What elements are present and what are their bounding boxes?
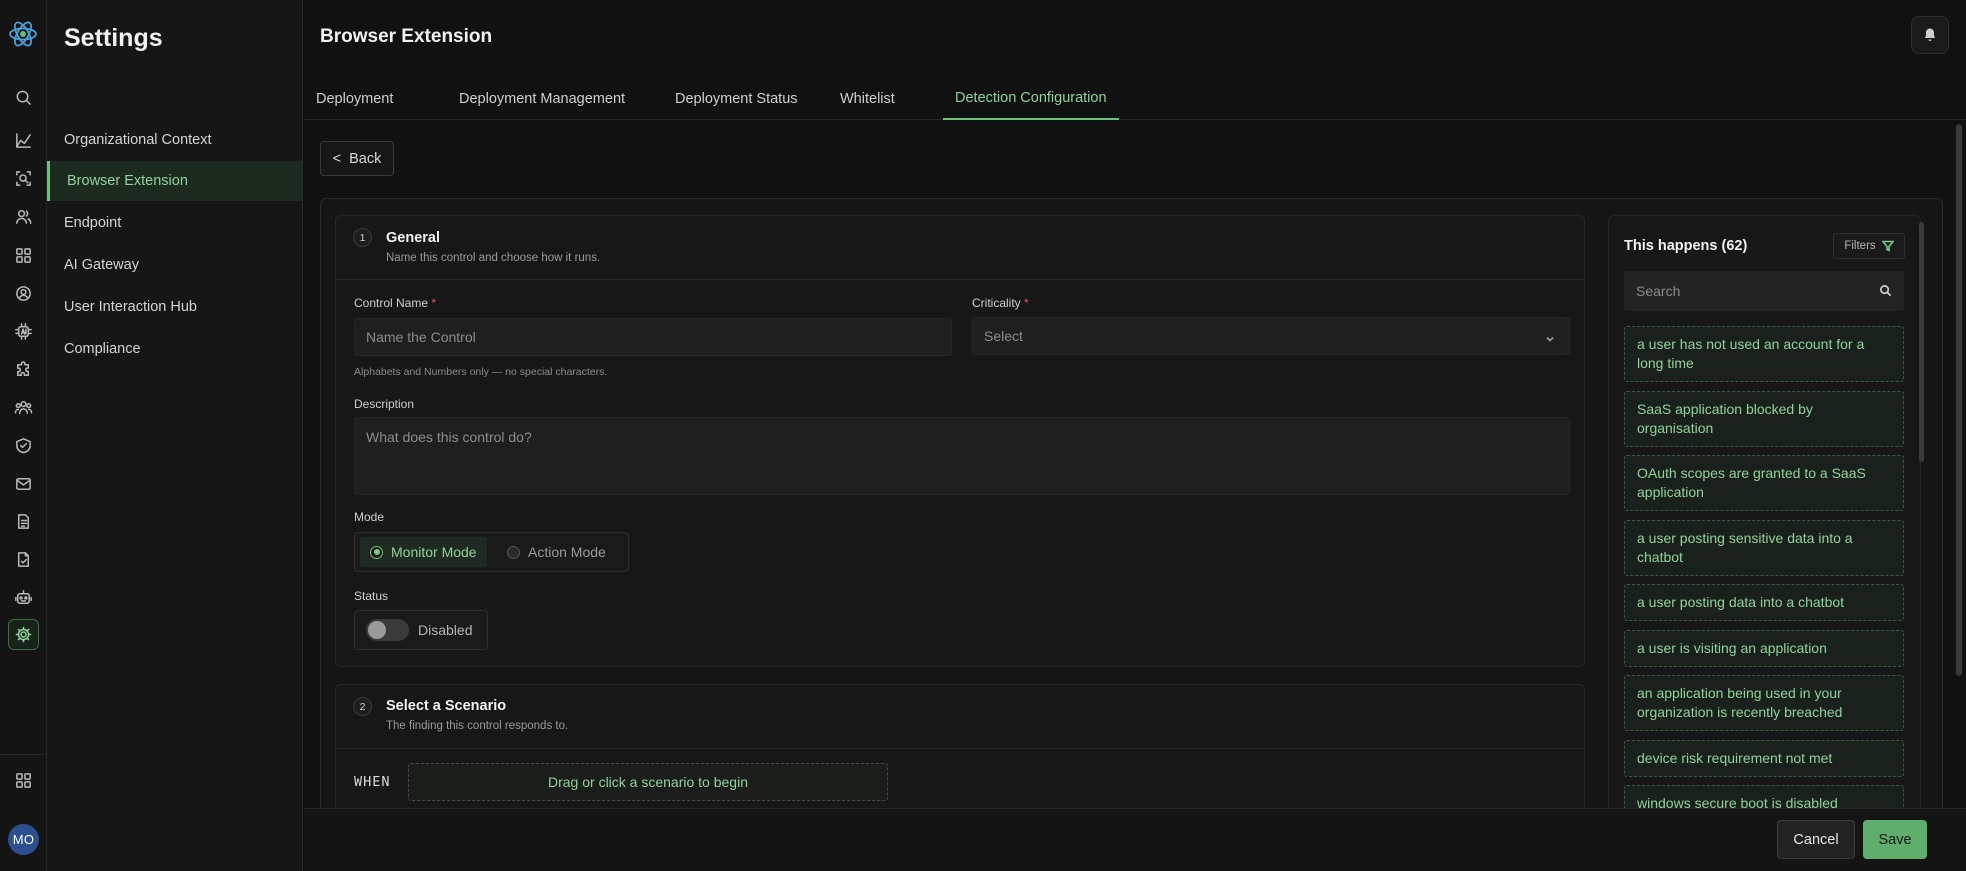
page-scrollbar[interactable] — [1956, 124, 1962, 676]
chevron-left-icon: < — [332, 150, 342, 167]
icon-rail: MO — [0, 0, 47, 871]
shield-check-icon[interactable] — [8, 430, 39, 461]
control-name-input[interactable]: Name the Control — [354, 318, 952, 356]
chart-icon[interactable] — [8, 125, 39, 156]
scenario-item[interactable]: SaaS application blocked by organisation — [1624, 391, 1904, 447]
this-happens-panel: This happens (62) Filters Search a user … — [1608, 215, 1921, 815]
mode-option-label: Action Mode — [528, 544, 606, 560]
section-title-general: General — [386, 230, 440, 246]
description-input[interactable]: What does this control do? — [354, 417, 1570, 495]
grid-icon[interactable] — [8, 765, 39, 796]
scenario-search-input[interactable]: Search — [1624, 271, 1904, 311]
section-subtitle-scenario: The finding this control responds to. — [386, 720, 569, 732]
robot-icon[interactable] — [8, 582, 39, 613]
step-number-2: 2 — [353, 697, 372, 716]
action-radio[interactable] — [507, 545, 520, 559]
cancel-button[interactable]: Cancel — [1777, 820, 1855, 859]
settings-sidebar: Settings Organizational Context Browser … — [47, 0, 303, 871]
back-button[interactable]: < Back — [320, 141, 394, 176]
logo-icon — [9, 21, 37, 47]
sidebar-item-user-interaction-hub[interactable]: User Interaction Hub — [47, 287, 302, 327]
status-value: Disabled — [418, 622, 473, 638]
mode-label: Mode — [354, 510, 385, 524]
sidebar-item-ai-gateway[interactable]: AI Gateway — [47, 245, 302, 285]
description-label: Description — [354, 397, 415, 411]
sidebar-item-compliance[interactable]: Compliance — [47, 329, 302, 369]
scenario-item[interactable]: a user is visiting an application — [1624, 630, 1904, 667]
when-label: WHEN — [354, 774, 391, 790]
search-placeholder: Search — [1636, 283, 1681, 299]
mode-option-label: Monitor Mode — [391, 544, 477, 560]
sidebar-title: Settings — [64, 24, 163, 52]
scan-icon[interactable] — [8, 163, 39, 194]
scenario-list-scrollbar[interactable] — [1919, 222, 1924, 462]
user-circle-icon[interactable] — [8, 278, 39, 309]
search-icon — [1880, 285, 1892, 297]
scenario-item[interactable]: device risk requirement not met — [1624, 740, 1904, 777]
this-happens-title: This happens (62) — [1624, 238, 1748, 254]
filters-button[interactable]: Filters — [1833, 233, 1905, 259]
footer-bar — [304, 808, 1966, 871]
mode-option-monitor[interactable]: Monitor Mode — [360, 537, 487, 567]
tab-bar: Deployment Deployment Management Deploym… — [304, 78, 1966, 120]
mail-icon[interactable] — [8, 468, 39, 499]
sidebar-item-browser-extension[interactable]: Browser Extension — [47, 161, 302, 201]
tab-deployment[interactable]: Deployment — [304, 78, 405, 120]
app-root: MO Settings Organizational Context Brows… — [0, 0, 1966, 871]
sidebar-item-endpoint[interactable]: Endpoint — [47, 203, 302, 243]
report-icon[interactable] — [8, 506, 39, 537]
section-subtitle-general: Name this control and choose how it runs… — [386, 252, 601, 264]
status-toggle[interactable] — [366, 619, 409, 641]
control-name-hint: Alphabets and Numbers only — no special … — [354, 366, 608, 378]
tab-detection-configuration[interactable]: Detection Configuration — [943, 78, 1119, 120]
filters-label: Filters — [1844, 240, 1876, 252]
scenario-item[interactable]: a user posting data into a chatbot — [1624, 584, 1904, 621]
step-number-1: 1 — [353, 228, 372, 247]
notification-button[interactable] — [1911, 16, 1949, 54]
scenario-item[interactable]: an application being used in your organi… — [1624, 675, 1904, 731]
section-title-scenario: Select a Scenario — [386, 698, 507, 714]
avatar[interactable]: MO — [8, 824, 39, 855]
scenario-section-header — [336, 685, 1584, 749]
general-section-header — [336, 216, 1584, 280]
criticality-label: Criticality * — [972, 296, 1029, 310]
apps-icon[interactable] — [8, 240, 39, 271]
bell-icon — [1924, 28, 1936, 41]
back-label: Back — [349, 150, 382, 167]
team-icon[interactable] — [8, 392, 39, 423]
users-icon[interactable] — [8, 201, 39, 232]
monitor-radio[interactable] — [370, 545, 383, 559]
rail-divider — [0, 754, 47, 755]
scenario-item[interactable]: a user has not used an account for a lon… — [1624, 326, 1904, 382]
scenario-item[interactable]: OAuth scopes are granted to a SaaS appli… — [1624, 455, 1904, 511]
tab-whitelist[interactable]: Whitelist — [828, 78, 907, 120]
mode-selector: Monitor Mode Action Mode — [354, 532, 629, 572]
filter-icon — [1881, 240, 1894, 252]
status-toggle-box: Disabled — [354, 610, 488, 650]
control-name-label: Control Name * — [354, 296, 437, 310]
gear-icon[interactable] — [8, 619, 39, 650]
mode-option-action[interactable]: Action Mode — [497, 537, 616, 567]
scenario-dropzone[interactable]: Drag or click a scenario to begin — [408, 763, 888, 801]
save-button[interactable]: Save — [1863, 820, 1927, 859]
criticality-value: Select — [984, 328, 1023, 344]
document-icon[interactable] — [8, 544, 39, 575]
tab-deployment-management[interactable]: Deployment Management — [447, 78, 637, 120]
extension-icon[interactable] — [8, 354, 39, 385]
sidebar-item-organizational-context[interactable]: Organizational Context — [47, 120, 302, 160]
page-title: Browser Extension — [320, 26, 493, 47]
chevron-down-icon — [1545, 331, 1555, 342]
scenario-item[interactable]: a user posting sensitive data into a cha… — [1624, 520, 1904, 576]
criticality-select[interactable]: Select — [972, 317, 1570, 355]
search-icon[interactable] — [8, 82, 39, 113]
ai-icon[interactable] — [8, 316, 39, 347]
tab-deployment-status[interactable]: Deployment Status — [663, 78, 810, 120]
status-label: Status — [354, 589, 389, 603]
